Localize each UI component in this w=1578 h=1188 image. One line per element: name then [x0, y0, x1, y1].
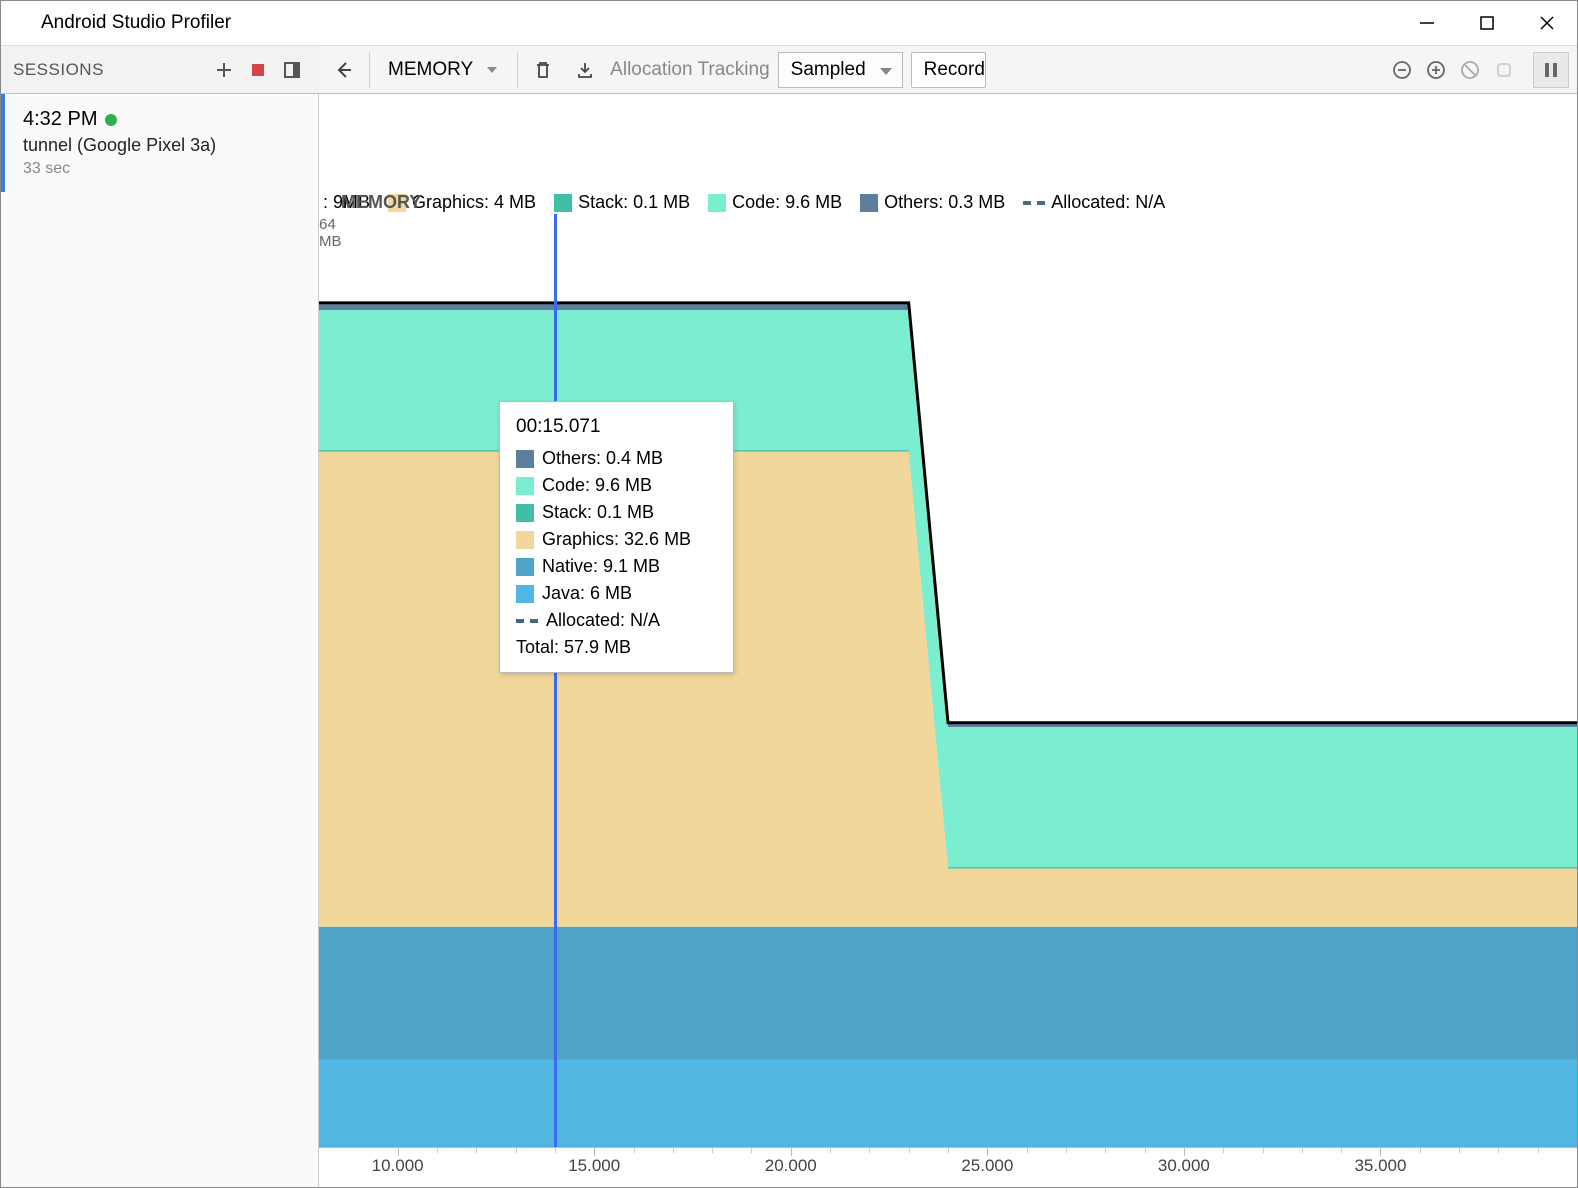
minimize-button[interactable] [1397, 1, 1457, 46]
tooltip-swatch-graphics-icon [516, 531, 534, 549]
tooltip-graphics: Graphics: 32.6 MB [542, 529, 691, 550]
tooltip-java: Java: 6 MB [542, 583, 632, 604]
record-button[interactable]: Record [911, 52, 986, 88]
tooltip-code: Code: 9.6 MB [542, 475, 652, 496]
x-tick-label: 15.000 [568, 1156, 620, 1176]
zoom-out-button[interactable] [1387, 55, 1417, 85]
allocation-tracking-select[interactable]: Sampled [778, 52, 903, 88]
memory-chart-plot[interactable]: 00:15.071 Others: 0.4 MB Code: 9.6 MB St… [319, 214, 1577, 1147]
profiler-toolbar: MEMORY Allocation Tracking Sampled Recor… [319, 46, 1577, 93]
legend-code: Code: 9.6 MB [732, 192, 842, 213]
session-item[interactable]: 4:32 PM tunnel (Google Pixel 3a) 33 sec [1, 94, 318, 192]
legend-swatch-stack-icon [554, 194, 572, 212]
session-duration: 33 sec [23, 160, 300, 178]
tooltip-dashed-allocated-icon [516, 619, 538, 623]
layout-toggle-button[interactable] [277, 55, 307, 85]
x-axis: 10.000 15.000 20.000 25.000 30.000 35.000 [319, 1147, 1577, 1187]
legend-graphics: Graphics: 4 MB [412, 192, 536, 213]
tooltip-stack: Stack: 0.1 MB [542, 502, 654, 523]
timeline-cursor[interactable] [554, 214, 557, 1147]
x-tick-label: 25.000 [961, 1156, 1013, 1176]
pause-button[interactable] [1533, 52, 1569, 88]
x-tick-label: 10.000 [372, 1156, 424, 1176]
profiler-main: : 9MB MEMORY Graphics: 4 MB Stack: 0.1 M… [319, 94, 1577, 1187]
tooltip-swatch-stack-icon [516, 504, 534, 522]
trash-button[interactable] [526, 53, 560, 87]
zoom-fit-button[interactable] [1489, 55, 1519, 85]
memory-legend: : 9MB MEMORY Graphics: 4 MB Stack: 0.1 M… [323, 192, 1567, 213]
tooltip-others: Others: 0.4 MB [542, 448, 663, 469]
x-tick-label: 35.000 [1354, 1156, 1406, 1176]
tooltip-native: Native: 9.1 MB [542, 556, 660, 577]
profiler-selector-label: MEMORY [388, 59, 473, 81]
legend-stack: Stack: 0.1 MB [578, 192, 690, 213]
session-time: 4:32 PM [23, 108, 300, 131]
stop-session-button[interactable] [243, 55, 273, 85]
session-active-dot-icon [105, 114, 117, 126]
window-title: Android Studio Profiler [41, 12, 231, 34]
legend-swatch-code-icon [708, 194, 726, 212]
sessions-header: SESSIONS [1, 46, 319, 93]
window-titlebar: Android Studio Profiler [1, 1, 1577, 46]
allocation-tracking-value: Sampled [791, 59, 866, 81]
tooltip-allocated: Allocated: N/A [546, 610, 660, 631]
allocation-tracking-label: Allocation Tracking [610, 59, 769, 81]
tooltip-time: 00:15.071 [516, 416, 717, 438]
close-button[interactable] [1517, 1, 1577, 46]
zoom-in-button[interactable] [1421, 55, 1451, 85]
legend-overlay-label: MEMORY [341, 192, 421, 213]
tooltip-swatch-others-icon [516, 450, 534, 468]
import-button[interactable] [568, 53, 602, 87]
x-tick-label: 20.000 [765, 1156, 817, 1176]
sessions-sidebar: 4:32 PM tunnel (Google Pixel 3a) 33 sec [1, 94, 319, 1187]
tooltip-swatch-java-icon [516, 585, 534, 603]
tooltip-swatch-code-icon [516, 477, 534, 495]
memory-chart[interactable]: 64 MB 48 32 16 00:15.071 Others: 0.4 MB … [319, 214, 1577, 1187]
back-button[interactable] [327, 53, 361, 87]
x-tick-label: 30.000 [1158, 1156, 1210, 1176]
add-session-button[interactable] [209, 55, 239, 85]
legend-swatch-others-icon [860, 194, 878, 212]
legend-others: Others: 0.3 MB [884, 192, 1005, 213]
sessions-header-label: SESSIONS [13, 60, 104, 80]
profiler-selector[interactable]: MEMORY [378, 52, 509, 88]
legend-dashed-allocated-icon [1023, 201, 1045, 205]
session-device: tunnel (Google Pixel 3a) [23, 135, 300, 156]
zoom-reset-button[interactable] [1455, 55, 1485, 85]
tooltip-total: Total: 57.9 MB [516, 637, 717, 658]
maximize-button[interactable] [1457, 1, 1517, 46]
legend-allocated: Allocated: N/A [1051, 192, 1165, 213]
tooltip-swatch-native-icon [516, 558, 534, 576]
memory-tooltip: 00:15.071 Others: 0.4 MB Code: 9.6 MB St… [499, 401, 734, 673]
